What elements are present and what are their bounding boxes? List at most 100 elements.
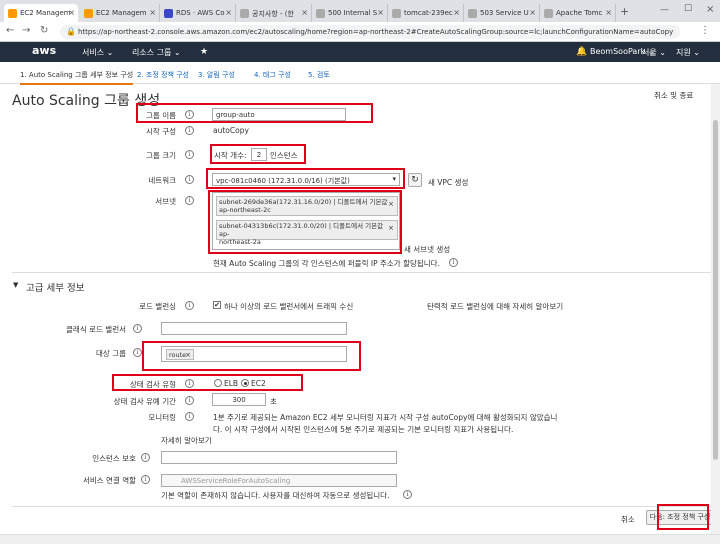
support-menu[interactable]: 지원 ⌄ (676, 47, 700, 58)
network-label: 네트워크 (148, 176, 176, 185)
aws-logo[interactable]: aws (32, 44, 56, 57)
info-icon[interactable]: i (185, 412, 194, 421)
minimize-icon[interactable]: — (660, 5, 669, 15)
monitoring-learn-more-link[interactable]: 자세히 알아보기 (161, 435, 212, 446)
info-icon[interactable]: i (133, 348, 142, 357)
grace-period-input[interactable]: 300 (212, 393, 266, 406)
bottom-status-bar (0, 534, 720, 544)
browser-tab[interactable]: RDS · AWS Co × (160, 4, 236, 22)
new-tab-icon[interactable]: + (620, 5, 629, 18)
maximize-icon[interactable]: ☐ (684, 4, 692, 14)
window-close-icon[interactable]: × (706, 4, 714, 15)
close-icon[interactable]: × (68, 8, 75, 17)
bell-icon[interactable]: 🔔 (576, 47, 587, 57)
cancel-and-exit-link[interactable]: 취소 및 종료 (654, 90, 693, 101)
browser-tab[interactable]: EC2 Managem × (80, 4, 160, 22)
info-icon[interactable]: i (185, 196, 194, 205)
service-linked-role-note: 기본 역할이 존재하지 않습니다. 사용자를 대신하여 자동으로 생성됩니다. (161, 491, 390, 500)
scrollbar-thumb[interactable] (713, 120, 718, 460)
aws-nav-bar: aws 서비스 ⌄ 리소스 그룹 ⌄ ★ 🔔 BeomSooPark ⌄ 서울 … (0, 42, 720, 62)
highlight-box (657, 504, 709, 530)
cancel-link[interactable]: 취소 (621, 514, 635, 525)
pin-icon[interactable]: ★ (200, 47, 208, 57)
browser-tab[interactable]: 공지사항 - (한 × (236, 4, 312, 22)
load-balancing-check-label: 하나 이상의 로드 밸런서에서 트래픽 수신 (224, 302, 354, 311)
divider (12, 272, 712, 273)
classic-lb-label: 클래식 로드 밸런서 (66, 325, 126, 334)
region-menu[interactable]: 서울 ⌄ (642, 47, 666, 58)
service-linked-role-label: 서비스 연결 역할 (82, 476, 136, 485)
highlight-box (206, 168, 405, 189)
info-icon[interactable]: i (185, 301, 194, 310)
load-balancing-checkbox[interactable]: ✔ (213, 301, 221, 309)
step-3[interactable]: 3. 알림 구성 (198, 70, 235, 80)
close-icon[interactable]: × (301, 8, 308, 17)
close-icon[interactable]: × (453, 8, 460, 17)
instance-protection-input[interactable] (161, 451, 397, 464)
close-icon[interactable]: × (529, 8, 536, 17)
refresh-button[interactable]: ↻ (408, 173, 422, 187)
services-menu[interactable]: 서비스 ⌄ (82, 47, 113, 58)
back-icon[interactable]: ← (6, 25, 14, 36)
step-5[interactable]: 5. 검토 (308, 70, 330, 80)
monitoring-text-line1: 1분 주기로 제공되는 Amazon EC2 세부 모니터링 지표가 시작 구성… (213, 413, 558, 422)
service-linked-role-select[interactable]: AWSServiceRoleForAutoScaling (161, 474, 397, 487)
close-icon[interactable]: × (377, 8, 384, 17)
close-icon[interactable]: × (605, 8, 612, 17)
tab-favicon-icon (84, 9, 93, 18)
browser-tab[interactable]: 503 Service U × (464, 4, 540, 22)
monitoring-text-line2: 다. 이 시작 구성에서 시작된 인스턴스에 5분 주기로 제공되는 기본 모니… (213, 425, 514, 434)
tab-favicon-icon (392, 9, 401, 18)
refresh-icon: ↻ (411, 175, 419, 185)
tab-favicon-icon (468, 9, 477, 18)
step-4[interactable]: 4. 태그 구성 (254, 70, 291, 80)
classic-lb-input[interactable] (161, 322, 347, 335)
launch-config-value: autoCopy (213, 126, 249, 135)
step-2[interactable]: 2. 조정 정책 구성 (137, 70, 189, 80)
instance-protection-label: 인스턴스 보호 (92, 454, 136, 463)
tab-favicon-icon (316, 9, 325, 18)
launch-config-label: 시작 구성 (146, 127, 176, 136)
menu-icon[interactable]: ⋮ (700, 25, 710, 36)
browser-tab-bar: EC2 Managem × EC2 Managem × RDS · AWS Co × … (0, 0, 720, 22)
resource-groups-menu[interactable]: 리소스 그룹 ⌄ (132, 47, 181, 58)
step-1[interactable]: 1. Auto Scaling 그룹 세부 정보 구성 (20, 70, 134, 85)
info-icon[interactable]: i (185, 396, 194, 405)
browser-tab[interactable]: Apache Tomc × (540, 4, 616, 22)
highlight-box (142, 341, 361, 371)
tab-favicon-icon (544, 9, 553, 18)
highlight-box (208, 190, 402, 254)
info-icon[interactable]: i (449, 258, 458, 267)
highlight-box (112, 374, 303, 391)
new-subnet-link[interactable]: 새 서브넷 생성 (404, 244, 450, 255)
info-icon[interactable]: i (133, 324, 142, 333)
info-icon[interactable]: i (185, 126, 194, 135)
browser-tab[interactable]: EC2 Managem × (4, 4, 78, 22)
group-size-label: 그룹 크기 (146, 151, 176, 160)
info-icon[interactable]: i (403, 490, 412, 499)
info-icon[interactable]: i (141, 453, 150, 462)
info-icon[interactable]: i (185, 175, 194, 184)
wizard-steps: 1. Auto Scaling 그룹 세부 정보 구성 2. 조정 정책 구성 … (0, 62, 720, 85)
highlight-box (210, 144, 306, 164)
forward-icon[interactable]: → (22, 25, 30, 36)
new-vpc-link[interactable]: 새 VPC 생성 (428, 177, 468, 188)
browser-tab[interactable]: 500 Internal S × (312, 4, 388, 22)
info-icon[interactable]: i (185, 150, 194, 159)
subnet-note: 현재 Auto Scaling 그룹의 각 인스턴스에 퍼블릭 IP 주소가 할… (213, 259, 440, 268)
tab-favicon-icon (8, 9, 17, 18)
target-group-label: 대상 그룹 (96, 349, 126, 358)
reload-icon[interactable]: ↻ (40, 25, 48, 36)
collapse-caret-icon[interactable]: ▼ (13, 281, 18, 289)
advanced-section-title[interactable]: 고급 세부 정보 (26, 280, 84, 294)
grace-period-label: 상태 검사 유예 기간 (113, 397, 176, 406)
browser-tab[interactable]: tomcat-239ec × (388, 4, 464, 22)
url-field[interactable]: 🔒 https://ap-northeast-2.console.aws.amaz… (60, 25, 680, 39)
load-balancing-label: 로드 밸런싱 (139, 302, 176, 311)
close-icon[interactable]: × (225, 8, 232, 17)
info-icon[interactable]: i (141, 475, 150, 484)
close-icon[interactable]: × (149, 8, 156, 17)
elb-learn-more-link[interactable]: 탄력적 로드 밸런싱에 대해 자세히 알아보기 (427, 301, 563, 312)
highlight-box (136, 103, 373, 123)
subnet-label: 서브넷 (155, 197, 176, 206)
